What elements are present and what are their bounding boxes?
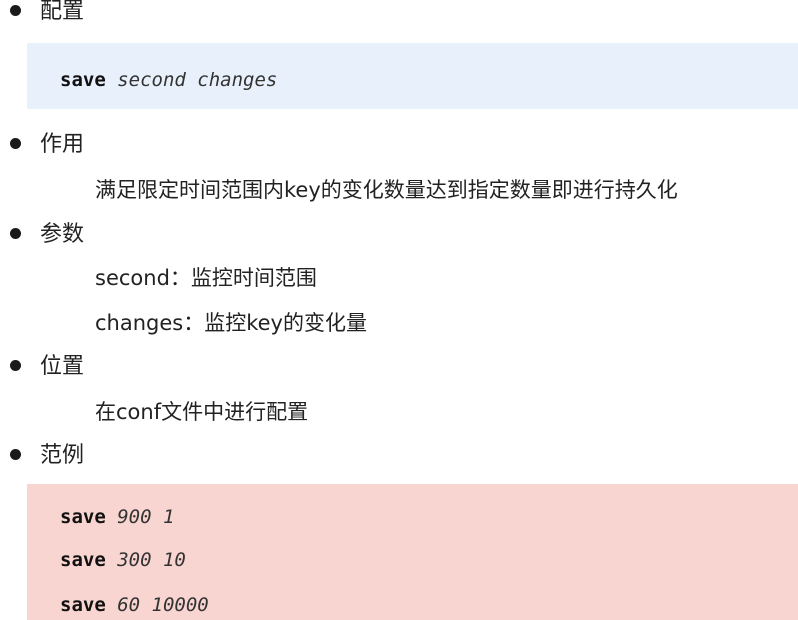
purpose-text: 满足限定时间范围内key的变化数量达到指定数量即进行持久化	[95, 178, 678, 202]
code-keyword: save	[60, 69, 106, 91]
section-title: 位置	[40, 354, 85, 379]
code-args: 900 1	[117, 506, 175, 528]
section-title: 作用	[40, 132, 85, 157]
code-keyword: save	[60, 594, 106, 616]
config-code-block: save second changes	[27, 43, 798, 109]
bullet-icon	[10, 448, 21, 460]
code-args: second changes	[117, 69, 278, 91]
code-keyword: save	[60, 506, 106, 528]
bullet-icon	[10, 227, 21, 239]
bullet-icon	[10, 137, 21, 149]
section-heading-config: 配置	[10, 0, 84, 26]
section-heading-purpose: 作用	[10, 131, 84, 159]
code-args: 300 10	[117, 549, 186, 571]
section-heading-location: 位置	[10, 353, 84, 381]
section-title: 参数	[40, 222, 85, 247]
code-line: save 300 10	[60, 547, 186, 573]
example-code-block: save 900 1 save 300 10 save 60 10000	[27, 484, 798, 620]
section-heading-examples: 范例	[10, 442, 84, 470]
section-heading-params: 参数	[10, 221, 84, 249]
code-line: save 900 1	[60, 504, 174, 530]
section-title: 范例	[40, 443, 85, 468]
section-title: 配置	[40, 0, 85, 24]
code-line: save 60 10000	[60, 592, 209, 618]
bullet-icon	[10, 4, 21, 16]
location-text: 在conf文件中进行配置	[95, 400, 309, 424]
param-item-changes: changes：监控key的变化量	[95, 311, 367, 335]
code-keyword: save	[60, 549, 106, 571]
code-args: 60 10000	[117, 594, 209, 616]
code-line: save second changes	[60, 67, 277, 93]
bullet-icon	[10, 359, 21, 371]
param-item-second: second：监控时间范围	[95, 266, 317, 290]
